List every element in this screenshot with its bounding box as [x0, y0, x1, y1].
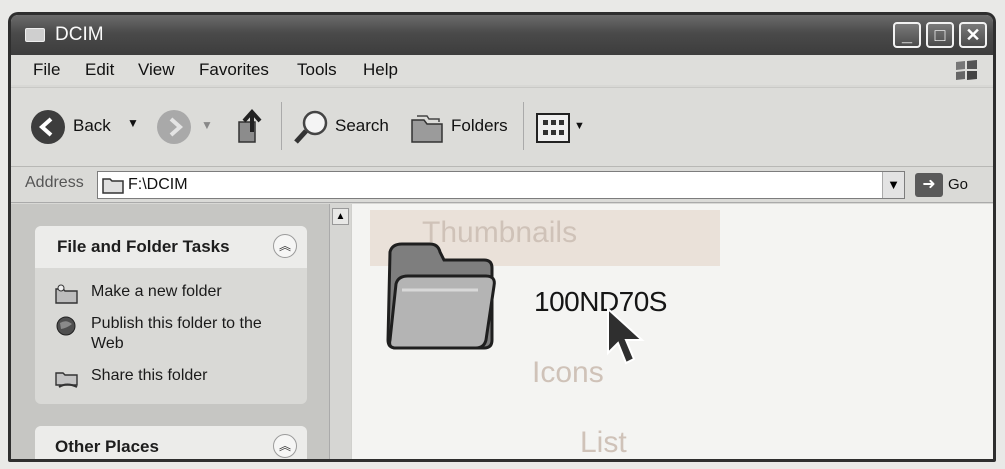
menu-bar: File Edit View Favorites Tools Help — [11, 55, 993, 85]
menu-view[interactable]: View — [138, 60, 175, 80]
folders-icon[interactable] — [408, 108, 448, 148]
scrollbar[interactable]: ▲ — [329, 204, 351, 459]
panel-header[interactable]: File and Folder Tasks ︽ — [35, 226, 307, 268]
address-field[interactable]: F:\DCIM ▼ — [97, 171, 905, 199]
collapse-chevron-icon[interactable]: ︽ — [273, 434, 297, 458]
panel-header[interactable]: Other Places ︽ — [35, 426, 307, 459]
window-title: DCIM — [55, 24, 104, 45]
views-icon[interactable] — [535, 112, 571, 144]
scroll-up-arrow-icon[interactable]: ▲ — [332, 208, 349, 225]
folders-button[interactable]: Folders — [451, 116, 508, 136]
task-pane: File and Folder Tasks ︽ Make a new folde… — [11, 204, 329, 459]
panel-title: File and Folder Tasks — [57, 237, 230, 256]
task-label: Publish this folder to the Web — [91, 315, 262, 352]
mouse-pointer-icon — [607, 307, 645, 365]
folder-icon — [102, 178, 124, 194]
folder-icon — [25, 28, 45, 42]
forward-arrow-icon[interactable] — [157, 110, 191, 144]
address-label: Address — [25, 174, 84, 191]
explorer-window: DCIM _ □ ✕ File Edit View Favorites Tool… — [8, 12, 996, 462]
forward-dropdown-icon[interactable]: ▼ — [201, 118, 213, 132]
windows-logo-icon — [956, 60, 977, 80]
title-bar[interactable]: DCIM _ □ ✕ — [11, 15, 993, 55]
collapse-chevron-icon[interactable]: ︽ — [273, 234, 297, 258]
address-dropdown-icon[interactable]: ▼ — [882, 172, 904, 198]
toolbar: Back ▼ ▼ Search Folders ▼ — [11, 87, 993, 167]
new-folder-icon — [55, 284, 78, 304]
share-folder-icon — [55, 372, 78, 388]
toolbar-separator — [281, 102, 282, 150]
other-places-panel: Other Places ︽ — [35, 426, 307, 459]
menu-favorites[interactable]: Favorites — [199, 60, 269, 80]
close-button[interactable]: ✕ — [959, 22, 987, 48]
search-icon[interactable] — [291, 108, 331, 148]
ghost-view-option: List — [580, 426, 627, 459]
address-path: F:\DCIM — [128, 176, 188, 193]
ghost-view-option: Icons — [532, 356, 604, 389]
search-button[interactable]: Search — [335, 116, 389, 136]
back-arrow-icon[interactable] — [31, 110, 65, 144]
views-dropdown-icon[interactable]: ▼ — [574, 120, 585, 132]
panel-title: Other Places — [55, 437, 159, 456]
globe-icon — [56, 316, 76, 336]
minimize-button[interactable]: _ — [893, 22, 921, 48]
address-bar: Address F:\DCIM ▼ ➜ Go — [11, 167, 993, 203]
main-area: File and Folder Tasks ︽ Make a new folde… — [11, 204, 993, 459]
menu-file[interactable]: File — [33, 60, 60, 80]
up-folder-icon[interactable] — [233, 108, 271, 146]
task-label: Make a new folder — [91, 283, 222, 300]
file-folder-tasks-panel: File and Folder Tasks ︽ Make a new folde… — [35, 226, 307, 404]
go-arrow-icon[interactable]: ➜ — [915, 173, 943, 197]
menu-help[interactable]: Help — [363, 60, 398, 80]
back-button[interactable]: Back — [73, 116, 111, 136]
menu-edit[interactable]: Edit — [85, 60, 114, 80]
task-label: Share this folder — [91, 367, 208, 384]
maximize-button[interactable]: □ — [926, 22, 954, 48]
back-dropdown-icon[interactable]: ▼ — [127, 116, 139, 130]
folder-icon[interactable] — [382, 240, 500, 352]
toolbar-separator — [523, 102, 524, 150]
go-button[interactable]: Go — [948, 176, 968, 193]
menu-tools[interactable]: Tools — [297, 60, 337, 80]
file-list: Thumbnails Icons List 100ND70S — [352, 204, 993, 459]
